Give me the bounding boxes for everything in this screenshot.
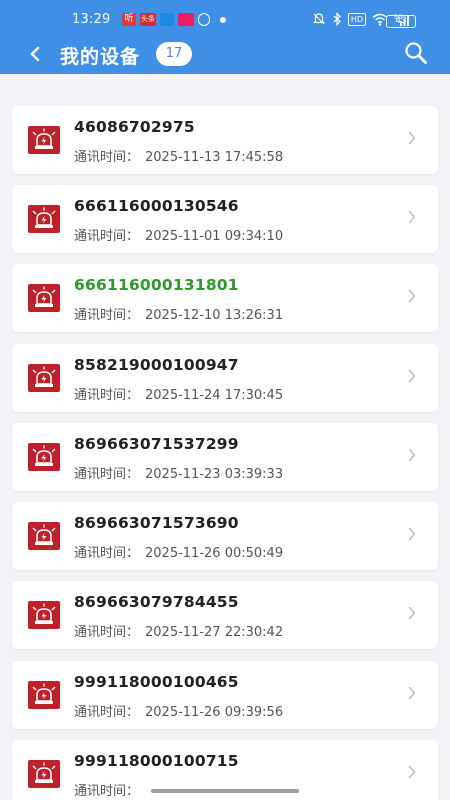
- comm-time-value: 2025-11-13 17:45:58: [145, 150, 284, 165]
- chevron-right-icon: [408, 130, 416, 149]
- comm-time-label: 通讯时间：: [74, 467, 140, 482]
- device-alarm-icon: [28, 205, 60, 233]
- back-button[interactable]: [28, 40, 48, 68]
- device-card[interactable]: 666116000130546 通讯时间： 2025-11-01 09:34:10: [12, 185, 438, 253]
- chevron-right-icon: [408, 368, 416, 387]
- comm-time-label: 通讯时间：: [74, 546, 140, 561]
- device-comm-time: 通讯时间： 2025-11-26 00:50:49: [74, 542, 283, 561]
- device-card[interactable]: 869663071573690 通讯时间： 2025-11-26 00:50:49: [12, 502, 438, 570]
- search-button[interactable]: [403, 40, 429, 66]
- device-alarm-icon: [28, 364, 60, 392]
- device-alarm-icon: [28, 601, 60, 629]
- notification-icons: 听 头条: [122, 13, 226, 26]
- nav-bar: 我的设备 17: [0, 36, 450, 74]
- notification-app-icon: [160, 13, 174, 26]
- comm-time-label: 通讯时间：: [74, 388, 140, 403]
- device-alarm-icon: [28, 126, 60, 154]
- bluetooth-icon: [333, 12, 341, 26]
- chevron-right-icon: [408, 605, 416, 624]
- comm-time-label: 通讯时间：: [74, 784, 140, 799]
- comm-time-label: 通讯时间：: [74, 625, 140, 640]
- status-bar: 13:29 听 头条 HD 5G 43: [0, 0, 450, 40]
- comm-time-label: 通讯时间：: [74, 150, 140, 165]
- chevron-right-icon: [408, 209, 416, 228]
- comm-time-value: 2025-11-26 00:50:49: [145, 546, 284, 561]
- device-comm-time: 通讯时间： 2025-11-01 09:34:10: [74, 225, 283, 244]
- device-id: 999118000100715: [74, 752, 239, 770]
- device-id: 46086702975: [74, 118, 195, 136]
- device-card[interactable]: 869663071537299 通讯时间： 2025-11-23 03:39:33: [12, 423, 438, 491]
- device-id: 869663079784455: [74, 593, 239, 611]
- comm-time-value: 2025-11-23 03:39:33: [145, 467, 284, 482]
- device-comm-time: 通讯时间： 2025-11-26 09:39:56: [74, 701, 283, 720]
- comm-time-label: 通讯时间：: [74, 308, 140, 323]
- device-comm-time: 通讯时间： 2025-11-23 03:39:33: [74, 463, 283, 482]
- device-count-badge: 17: [156, 42, 192, 66]
- page-title: 我的设备: [60, 46, 141, 68]
- device-card[interactable]: 858219000100947 通讯时间： 2025-11-24 17:30:45: [12, 344, 438, 412]
- comm-time-label: 通讯时间：: [74, 705, 140, 720]
- device-alarm-icon: [28, 284, 60, 312]
- home-indicator[interactable]: [151, 789, 299, 793]
- device-id: 858219000100947: [74, 356, 239, 374]
- device-card[interactable]: 869663079784455 通讯时间： 2025-11-27 22:30:42: [12, 581, 438, 649]
- app-header: 13:29 听 头条 HD 5G 43 我的设备 17: [0, 0, 450, 74]
- device-comm-time: 通讯时间： 2025-11-13 17:45:58: [74, 146, 283, 165]
- chevron-right-icon: [408, 447, 416, 466]
- chevron-right-icon: [408, 288, 416, 307]
- notification-app-icon: [178, 13, 194, 26]
- device-comm-time: 通讯时间： 2025-11-27 22:30:42: [74, 621, 283, 640]
- notification-dot-icon: [220, 16, 226, 23]
- comm-time-value: 2025-11-26 09:39:56: [145, 705, 284, 720]
- device-id: 666116000131801: [74, 276, 239, 294]
- chevron-right-icon: [408, 526, 416, 545]
- device-id: 869663071537299: [74, 435, 239, 453]
- device-list: 46086702975 通讯时间： 2025-11-13 17:45:58 66611…: [0, 74, 450, 800]
- device-comm-time: 通讯时间：: [74, 780, 145, 799]
- notification-app-icon: 头条: [140, 13, 156, 26]
- chevron-right-icon: [408, 685, 416, 704]
- device-comm-time: 通讯时间： 2025-11-24 17:30:45: [74, 384, 283, 403]
- search-icon: [405, 42, 427, 64]
- notification-app-icon: 听: [122, 13, 136, 26]
- hd-icon: HD: [347, 12, 366, 26]
- device-id: 999118000100465: [74, 673, 239, 691]
- status-time: 13:29: [72, 12, 111, 27]
- device-comm-time: 通讯时间： 2025-12-10 13:26:31: [74, 304, 283, 323]
- comm-time-label: 通讯时间：: [74, 229, 140, 244]
- device-card[interactable]: 999118000100465 通讯时间： 2025-11-26 09:39:56: [12, 661, 438, 729]
- device-id: 869663071573690: [74, 514, 239, 532]
- comm-time-value: 2025-11-01 09:34:10: [145, 229, 284, 244]
- comm-time-value: 2025-11-24 17:30:45: [145, 388, 284, 403]
- device-alarm-icon: [28, 681, 60, 709]
- device-alarm-icon: [28, 522, 60, 550]
- device-id: 666116000130546: [74, 197, 239, 215]
- battery-indicator: 43: [386, 15, 416, 28]
- chevron-right-icon: [408, 764, 416, 783]
- device-card[interactable]: 666116000131801 通讯时间： 2025-12-10 13:26:31: [12, 264, 438, 332]
- back-chevron-icon: [30, 46, 40, 62]
- mute-bell-icon: [313, 13, 325, 25]
- notification-app-icon: [198, 13, 210, 26]
- device-alarm-icon: [28, 760, 60, 788]
- comm-time-value: 2025-12-10 13:26:31: [145, 308, 284, 323]
- device-alarm-icon: [28, 443, 60, 471]
- comm-time-value: 2025-11-27 22:30:42: [145, 625, 284, 640]
- device-card[interactable]: 46086702975 通讯时间： 2025-11-13 17:45:58: [12, 106, 438, 174]
